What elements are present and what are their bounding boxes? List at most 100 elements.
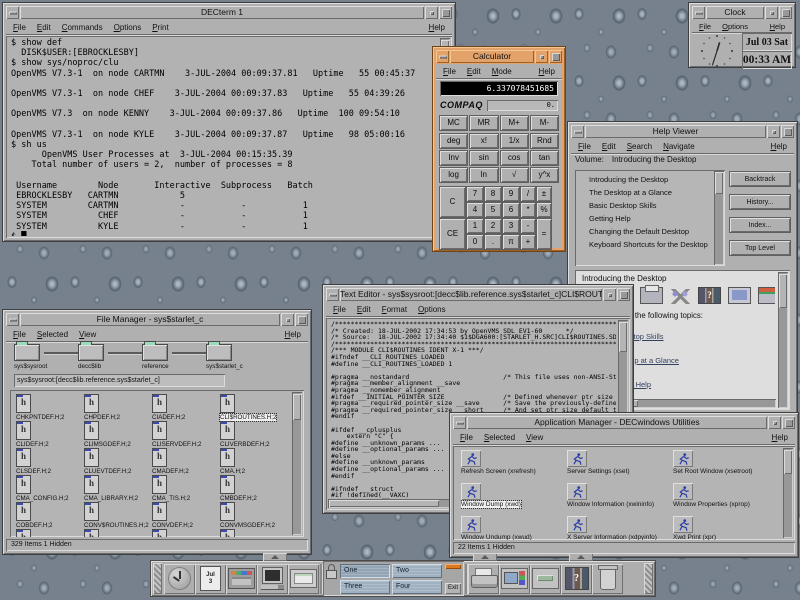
breadcrumb-folder[interactable]: sys$starlet_c: [206, 344, 270, 370]
minimize-button[interactable]: [535, 50, 548, 63]
calculator-button[interactable]: M+: [501, 116, 528, 130]
menu-item[interactable]: View: [526, 433, 543, 442]
topic-tree[interactable]: Introducing the DesktopThe Desktop at a …: [575, 170, 725, 266]
menu-item[interactable]: File: [333, 305, 346, 314]
subpanel-arrow[interactable]: [473, 553, 497, 561]
calculator-button[interactable]: 8: [485, 187, 501, 201]
maximize-button[interactable]: [439, 6, 452, 19]
help-topic[interactable]: The Desktop at a Glance: [580, 186, 709, 199]
panel-terminal-button[interactable]: [257, 564, 288, 594]
file-item[interactable]: CMADEF.H;2: [152, 448, 220, 475]
minimize-button[interactable]: [281, 313, 294, 326]
path-field[interactable]: sys$sysroot:[decc$lib.reference.sys$star…: [14, 374, 225, 387]
calculator-button[interactable]: %: [537, 203, 551, 217]
application-item[interactable]: Window Information (xwininfo): [567, 483, 673, 516]
menu-item[interactable]: Options: [418, 305, 446, 314]
file-item[interactable]: CLIVERBDEF.H;2: [220, 421, 288, 448]
menu-item[interactable]: Commands: [62, 23, 103, 32]
clear-button[interactable]: C: [440, 187, 465, 217]
file-item[interactable]: CLSDEF.H;2: [16, 448, 84, 475]
file-item[interactable]: CMA_LIBRARY.H;2: [84, 475, 152, 502]
minimize-button[interactable]: [425, 6, 438, 19]
window-menu-button[interactable]: [571, 125, 584, 138]
calculator-button[interactable]: log: [440, 168, 467, 182]
file-item[interactable]: CLIDEF.H;2: [16, 421, 84, 448]
file-item[interactable]: CHPDEF.H;2: [84, 394, 152, 421]
terminal-content[interactable]: $ show def DISK$USER:[EBROCKLESBY]$ show…: [6, 36, 452, 238]
minimize-button[interactable]: [767, 125, 780, 138]
file-item[interactable]: CMBDEF.H;2: [220, 475, 288, 502]
file-item[interactable]: CONVMSGDEF.H;2: [220, 502, 288, 529]
equals-button[interactable]: =: [537, 219, 551, 249]
vertical-scrollbar[interactable]: [292, 392, 302, 535]
calculator-button[interactable]: Inv: [440, 151, 467, 165]
file-item[interactable]: CLUEVTDEF.H;2: [84, 448, 152, 475]
calculator-button[interactable]: y^x: [531, 168, 558, 182]
file-item[interactable]: CLIMSGDEF.H;2: [84, 421, 152, 448]
calculator-button[interactable]: cos: [501, 151, 528, 165]
panel-application-manager-button[interactable]: [530, 564, 561, 594]
panel-style-manager-button[interactable]: [499, 564, 530, 594]
workspace-button[interactable]: Two: [392, 564, 442, 578]
calculator-button[interactable]: MR: [470, 116, 497, 130]
panel-printer-button[interactable]: [468, 564, 499, 594]
menu-item[interactable]: File: [578, 142, 591, 151]
file-item-clipped[interactable]: [220, 529, 288, 537]
calculator-button[interactable]: M-: [531, 116, 558, 130]
help-topic[interactable]: Getting Help: [580, 212, 709, 225]
nav-button[interactable]: Index...: [730, 218, 790, 232]
menu-item[interactable]: Selected: [37, 330, 68, 339]
application-item[interactable]: Window Properties (xprop): [673, 483, 779, 516]
calculator-button[interactable]: 1/x: [501, 134, 528, 148]
window-menu-button[interactable]: [326, 288, 339, 301]
calculator-button[interactable]: 3: [503, 219, 519, 233]
maximize-button[interactable]: [779, 6, 792, 19]
menu-item[interactable]: Selected: [484, 433, 515, 442]
file-item[interactable]: CLI$ROUTINES.H;2: [220, 394, 288, 421]
application-item[interactable]: Refresh Screen (xrefresh): [461, 450, 567, 483]
nav-button[interactable]: History...: [730, 195, 790, 209]
file-item[interactable]: CMA_TIS.H;2: [152, 475, 220, 502]
file-item[interactable]: COBDEF.H;2: [16, 502, 84, 529]
menu-item[interactable]: Edit: [357, 305, 371, 314]
menu-item[interactable]: File: [13, 330, 26, 339]
help-topic[interactable]: Changing the Default Desktop: [580, 225, 709, 238]
file-item[interactable]: CHKPNTDEF.H;2: [16, 394, 84, 421]
menu-item[interactable]: Options: [114, 23, 142, 32]
application-item[interactable]: Server Settings (xset): [567, 450, 673, 483]
nav-button[interactable]: Backtrack: [730, 172, 790, 186]
workspace-button[interactable]: One: [340, 564, 390, 578]
minimize-button[interactable]: [603, 288, 616, 301]
window-menu-button[interactable]: [436, 50, 449, 63]
maximize-button[interactable]: [781, 125, 794, 138]
panel-clock-button[interactable]: [164, 564, 195, 594]
calculator-button[interactable]: tan: [531, 151, 558, 165]
application-item[interactable]: Xwd Print (xpr): [673, 516, 779, 540]
workspace-button[interactable]: Three: [340, 580, 390, 594]
vertical-scrollbar[interactable]: [714, 171, 724, 265]
menu-item-help[interactable]: Help: [285, 330, 301, 339]
file-item[interactable]: CONV$ROUTINES.H;2: [84, 502, 152, 529]
calculator-button[interactable]: √: [501, 168, 528, 182]
calculator-button[interactable]: /: [521, 187, 535, 201]
menu-item[interactable]: Options: [722, 22, 748, 31]
maximize-button[interactable]: [617, 288, 630, 301]
calculator-button[interactable]: ln: [470, 168, 497, 182]
window-menu-button[interactable]: [6, 313, 19, 326]
menu-item-help[interactable]: Help: [539, 67, 555, 76]
window-menu-button[interactable]: [6, 6, 19, 19]
calculator-button[interactable]: 9: [503, 187, 519, 201]
minimize-button[interactable]: [768, 416, 781, 429]
calculator-button[interactable]: -: [521, 219, 535, 233]
calculator-button[interactable]: 5: [485, 203, 501, 217]
clear-entry-button[interactable]: CE: [440, 219, 465, 249]
lock-icon[interactable]: [326, 564, 337, 578]
file-item-clipped[interactable]: [16, 529, 84, 537]
breadcrumb-folder[interactable]: decc$lib: [78, 344, 142, 370]
file-item[interactable]: CIADEF.H;2: [152, 394, 220, 421]
file-item[interactable]: CMA.H;2: [220, 448, 288, 475]
panel-handle[interactable]: [644, 563, 653, 594]
calculator-button[interactable]: *: [521, 203, 535, 217]
file-item[interactable]: CMA_CONFIG.H;2: [16, 475, 84, 502]
menu-item[interactable]: File: [443, 67, 456, 76]
